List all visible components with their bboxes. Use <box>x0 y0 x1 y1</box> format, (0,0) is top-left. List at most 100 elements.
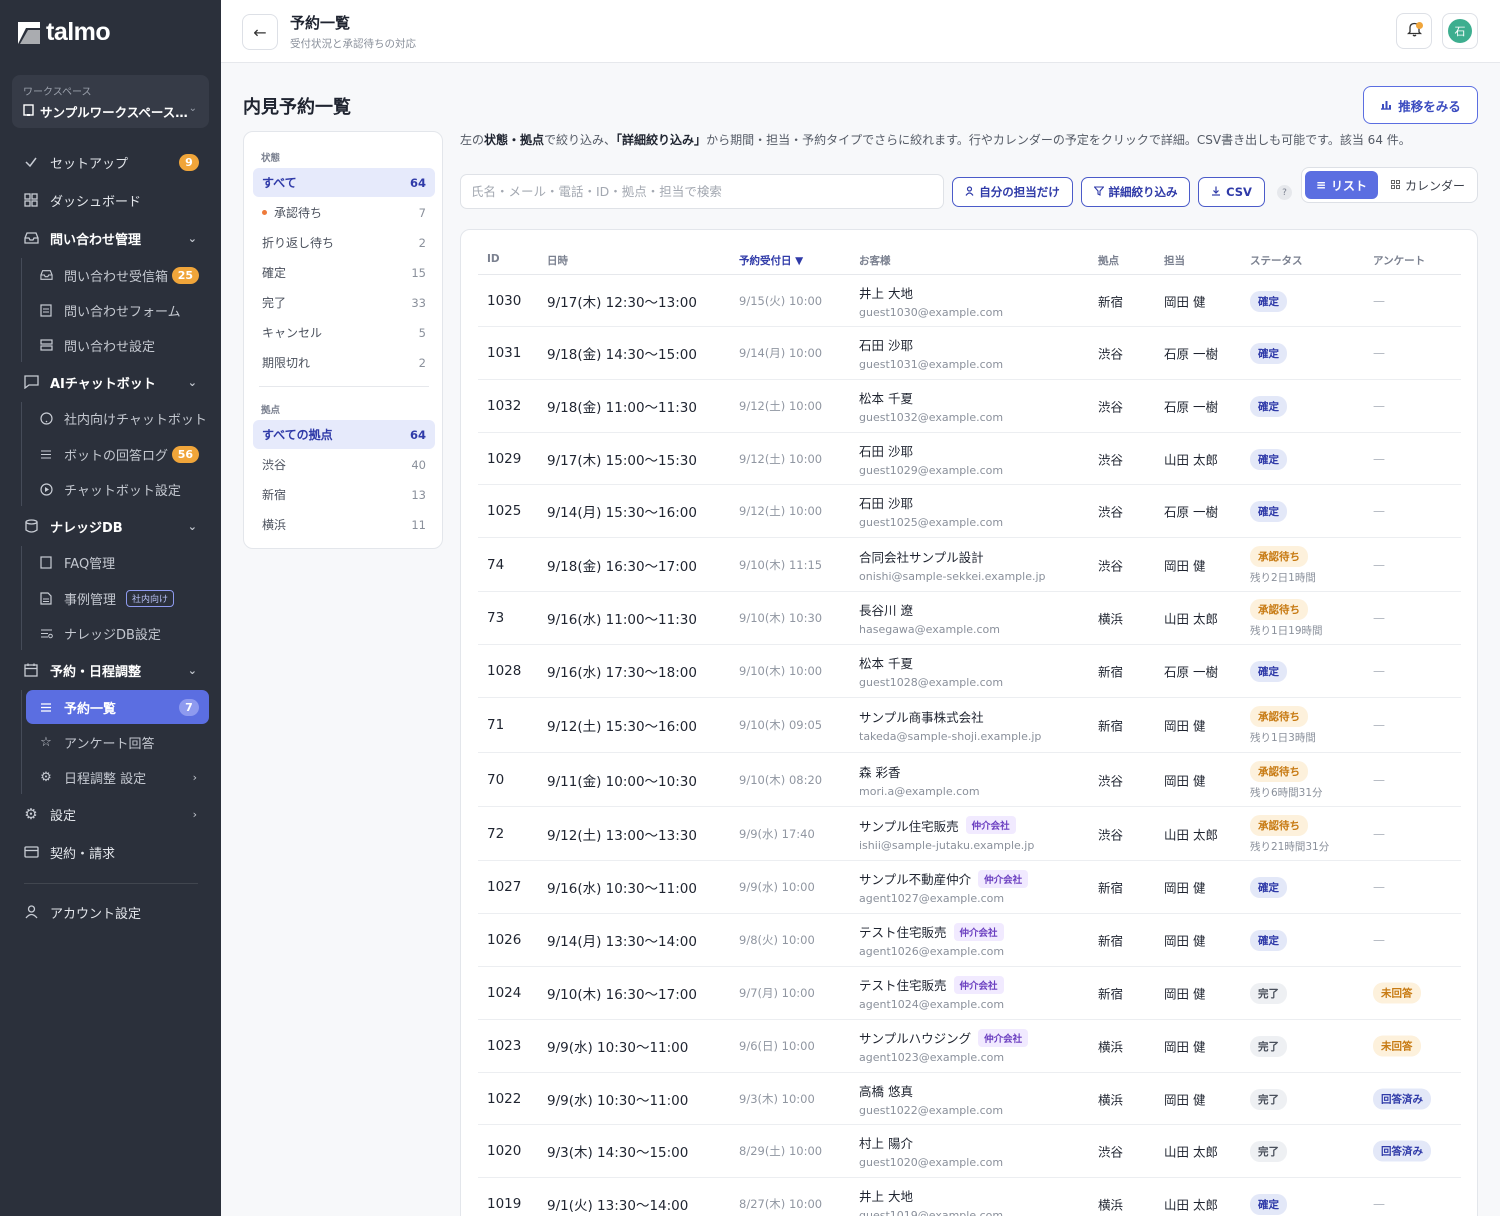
nav-billing[interactable]: 契約・請求 <box>12 835 209 869</box>
column-header-staff[interactable]: 担当 <box>1164 253 1185 268</box>
reservations-table: ID 日時 予約受付日 ▼ お客様 拠点 担当 ステータス アンケート 1030… <box>460 229 1478 1216</box>
cell-received: 9/12(土) 10:00 <box>739 399 823 413</box>
detail-filter-button[interactable]: 詳細絞り込み <box>1081 177 1190 207</box>
table-row[interactable]: 1020 9/3(木) 14:30〜15:00 8/29(土) 10:00 村上 陽介… <box>478 1125 1461 1178</box>
table-row[interactable]: 1023 9/9(水) 10:30〜11:00 9/6(日) 10:00 サンプルハウ… <box>478 1020 1461 1073</box>
table-row[interactable]: 71 9/12(土) 15:30〜16:00 9/10(木) 09:05 サンプル商事… <box>478 698 1461 753</box>
status-filter-confirmed[interactable]: 確定 15 <box>253 258 435 287</box>
column-header-status[interactable]: ステータス <box>1250 253 1303 268</box>
status-filter-done[interactable]: 完了 33 <box>253 288 435 317</box>
table-row[interactable]: 1031 9/18(金) 14:30〜15:00 9/14(月) 10:00 石田 沙… <box>478 327 1461 380</box>
status-filter-expired[interactable]: 期限切れ 2 <box>253 348 435 377</box>
nav-chatbot[interactable]: AIチャットボット ⌄ <box>12 365 209 399</box>
survey-empty: — <box>1373 504 1385 518</box>
notification-button[interactable] <box>1396 13 1432 49</box>
csv-export-label: CSV <box>1226 185 1252 199</box>
nav-cases[interactable]: 事例管理 社内向け <box>26 581 209 615</box>
nav-booking[interactable]: 予約・日程調整 ⌄ <box>12 653 209 687</box>
help-icon[interactable]: ? <box>1277 185 1292 200</box>
table-row[interactable]: 1025 9/14(月) 15:30〜16:00 9/12(土) 10:00 石田 沙… <box>478 485 1461 538</box>
nav-form[interactable]: 問い合わせフォーム <box>26 293 209 327</box>
table-row[interactable]: 1030 9/17(木) 12:30〜13:00 9/15(火) 10:00 井上 大… <box>478 275 1461 327</box>
status-badge: 承認待ち <box>1250 599 1308 620</box>
branch-filter-all[interactable]: すべての拠点 64 <box>253 420 435 449</box>
cell-id: 1023 <box>487 1038 522 1054</box>
nav-inbox[interactable]: 問い合わせ受信箱 25 <box>26 258 209 292</box>
status-filter-cancel[interactable]: キャンセル 5 <box>253 318 435 347</box>
nav-setup[interactable]: セットアップ 9 <box>12 145 209 179</box>
search-input[interactable] <box>460 174 944 209</box>
column-header-customer[interactable]: お客様 <box>859 253 891 268</box>
nav-chatbot-label: AIチャットボット <box>50 376 156 392</box>
status-badge: 完了 <box>1250 1088 1287 1110</box>
nav-dashboard[interactable]: ダッシュボード <box>12 183 209 217</box>
nav-inquiry[interactable]: 問い合わせ管理 ⌄ <box>12 221 209 255</box>
column-header-id[interactable]: ID <box>487 253 500 265</box>
nav-cases-label: 事例管理 <box>64 592 117 608</box>
column-header-branch[interactable]: 拠点 <box>1098 253 1119 268</box>
nav-survey[interactable]: ☆ アンケート回答 <box>26 725 209 759</box>
list-settings-icon <box>37 624 55 642</box>
inbox-badge: 25 <box>171 266 199 284</box>
user-icon <box>965 185 974 199</box>
table-row[interactable]: 72 9/12(土) 13:00〜13:30 9/9(水) 17:40 サンプル住宅販… <box>478 807 1461 861</box>
filter-divider <box>259 386 429 387</box>
status-filter-callback[interactable]: 折り返し待ち 2 <box>253 228 435 257</box>
customer-email: guest1031@example.com <box>859 358 1004 371</box>
nav-knowledge[interactable]: ナレッジDB ⌄ <box>12 509 209 543</box>
column-header-datetime[interactable]: 日時 <box>547 253 568 268</box>
status-badge: 承認待ち <box>1250 760 1308 782</box>
user-menu-button[interactable]: 石 <box>1442 13 1478 49</box>
nav-internal-bot[interactable]: 社内向けチャットボット <box>26 401 209 435</box>
my-assignments-button[interactable]: 自分の担当だけ <box>952 177 1073 207</box>
nav-booking-list[interactable]: 予約一覧 7 <box>26 690 209 724</box>
nav-knowledge-settings[interactable]: ナレッジDB設定 <box>26 616 209 650</box>
table-row[interactable]: 1026 9/14(月) 13:30〜14:00 9/8(火) 10:00 テスト住宅… <box>478 914 1461 967</box>
trend-button[interactable]: 推移をみる <box>1363 86 1478 124</box>
table-row[interactable]: 1028 9/16(水) 17:30〜18:00 9/10(木) 10:00 松本 千… <box>478 645 1461 698</box>
table-row[interactable]: 70 9/11(金) 10:00〜10:30 9/10(木) 08:20 森 彩香 mo… <box>478 753 1461 807</box>
customer-name-row: 高橋 悠真 <box>859 1081 1003 1100</box>
status-filter-pending[interactable]: 承認待ち 7 <box>253 198 435 227</box>
table-row[interactable]: 1019 9/1(火) 13:30〜14:00 8/27(木) 10:00 井上 大地… <box>478 1178 1461 1216</box>
workspace-switcher[interactable]: ワークスペース サンプルワークスペース… ⌄ <box>12 75 209 128</box>
table-row[interactable]: 73 9/16(水) 11:00〜11:30 9/10(木) 10:30 長谷川 遼 h… <box>478 592 1461 645</box>
nav-schedule-settings[interactable]: ⚙ 日程調整 設定 › <box>26 760 209 794</box>
csv-export-button[interactable]: CSV <box>1198 177 1265 207</box>
table-row[interactable]: 1022 9/9(水) 10:30〜11:00 9/3(木) 10:00 高橋 悠真 g… <box>478 1073 1461 1125</box>
branch-filter-yokohama[interactable]: 横浜 11 <box>253 510 435 539</box>
table-row[interactable]: 74 9/18(金) 16:30〜17:00 9/10(木) 11:15 合同会社サン… <box>478 538 1461 592</box>
nav-settings[interactable]: ⚙ 設定 › <box>12 797 209 831</box>
cell-staff: 山田 太郎 <box>1164 1144 1218 1160</box>
table-row[interactable]: 1024 9/10(木) 16:30〜17:00 9/7(月) 10:00 テスト住宅… <box>478 967 1461 1020</box>
column-header-survey[interactable]: アンケート <box>1373 253 1425 268</box>
customer-name: サンプル不動産仲介 <box>859 872 972 887</box>
table-row[interactable]: 1032 9/18(金) 11:00〜11:30 9/12(土) 10:00 松本 千… <box>478 380 1461 433</box>
branch-filter-shibuya[interactable]: 渋谷 40 <box>253 450 435 479</box>
back-button[interactable]: ← <box>242 14 278 50</box>
brand-logo[interactable]: talmo <box>18 18 111 47</box>
nav-faq[interactable]: FAQ管理 <box>26 545 209 579</box>
table-row[interactable]: 1027 9/16(水) 10:30〜11:00 9/9(水) 10:00 サンプル不… <box>478 861 1461 914</box>
cell-id: 1029 <box>487 450 522 467</box>
tree-line <box>21 402 22 506</box>
customer-name: 石田 沙耶 <box>859 338 913 353</box>
nav-account[interactable]: アカウント設定 <box>12 895 209 929</box>
list-view-button[interactable]: ≡ リスト <box>1305 171 1378 199</box>
customer-email: takeda@sample-shoji.example.jp <box>859 730 1042 743</box>
cell-survey: — <box>1373 452 1385 466</box>
cell-survey: 未回答 <box>1373 1035 1421 1057</box>
filter-label: 確定 <box>262 266 287 280</box>
branch-filter-shinjuku[interactable]: 新宿 13 <box>253 480 435 509</box>
nav-bot-settings[interactable]: チャットボット設定 <box>26 472 209 506</box>
nav-account-label: アカウント設定 <box>50 906 142 922</box>
my-assignments-label: 自分の担当だけ <box>979 185 1060 199</box>
table-row[interactable]: 1029 9/17(木) 15:00〜15:30 9/12(土) 10:00 石田 沙… <box>478 433 1461 485</box>
status-filter-all[interactable]: すべて 64 <box>253 168 435 197</box>
nav-inquiry-settings[interactable]: 問い合わせ設定 <box>26 328 209 362</box>
calendar-view-button[interactable]: カレンダー <box>1382 171 1474 199</box>
cell-datetime: 9/17(木) 12:30〜13:00 <box>547 294 697 311</box>
cell-id: 1031 <box>487 345 522 361</box>
nav-bot-log[interactable]: ボットの回答ログ 56 <box>26 437 209 471</box>
column-header-received[interactable]: 予約受付日 ▼ <box>739 253 803 268</box>
